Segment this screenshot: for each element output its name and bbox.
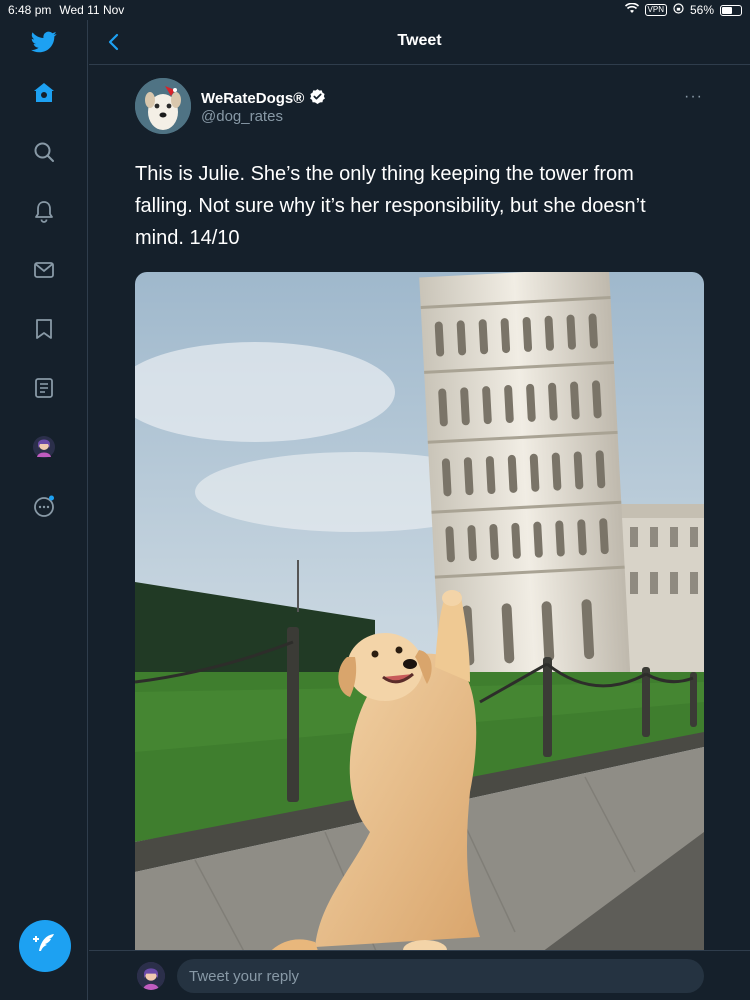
author-name: WeRateDogs® — [201, 90, 305, 107]
sidebar-item-messages[interactable] — [29, 257, 59, 287]
status-date: Wed 11 Nov — [59, 3, 125, 17]
search-icon — [32, 140, 56, 169]
more-icon — [32, 494, 56, 523]
sidebar-item-more[interactable] — [29, 493, 59, 523]
orientation-lock-icon — [673, 3, 684, 17]
feather-plus-icon — [32, 931, 58, 962]
status-time: 6:48 pm — [8, 3, 52, 17]
verified-badge-icon — [309, 88, 326, 109]
author-handle[interactable]: @dog_rates — [201, 108, 283, 125]
home-icon — [32, 81, 56, 110]
reply-input[interactable] — [177, 959, 704, 993]
sidebar-item-home[interactable] — [29, 80, 59, 110]
bell-icon — [32, 199, 56, 228]
avatar-icon — [32, 435, 56, 464]
sidebar-item-explore[interactable] — [29, 139, 59, 169]
tweet-media-photo[interactable] — [135, 272, 704, 972]
twitter-logo-icon[interactable] — [29, 27, 59, 57]
sidebar-item-lists[interactable] — [29, 375, 59, 405]
bookmark-icon — [32, 317, 56, 346]
wifi-icon — [624, 2, 639, 17]
battery-percent: 56% — [689, 3, 714, 17]
mail-icon — [32, 258, 56, 287]
author-name-row[interactable]: WeRateDogs® — [201, 88, 326, 109]
sidebar-item-notifications[interactable] — [29, 198, 59, 228]
tweet-more-button[interactable]: ··· — [684, 88, 703, 106]
compose-tweet-button[interactable] — [19, 920, 71, 972]
status-bar: 6:48 pm Wed 11 Nov VPN 56% — [0, 0, 750, 20]
vpn-badge: VPN — [644, 4, 667, 16]
author-avatar[interactable] — [135, 78, 191, 134]
sidebar-item-profile[interactable] — [29, 434, 59, 464]
battery-icon — [720, 4, 742, 16]
tweet-text: This is Julie. She’s the only thing keep… — [135, 163, 646, 249]
page-title: Tweet — [397, 32, 442, 49]
reply-bar — [89, 950, 750, 1000]
user-avatar[interactable] — [137, 962, 165, 990]
sidebar-nav — [0, 20, 88, 1000]
list-icon — [32, 376, 56, 405]
page-header: Tweet — [89, 20, 750, 65]
sidebar-item-bookmarks[interactable] — [29, 316, 59, 346]
